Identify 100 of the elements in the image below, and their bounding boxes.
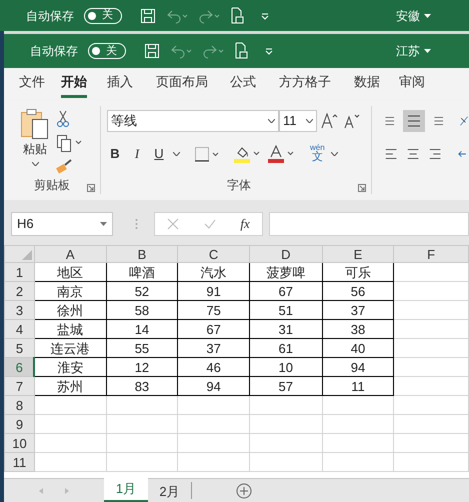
align-right-icon[interactable] [428,146,443,162]
table-cell[interactable]: 盐城 [34,320,106,338]
caret-icon[interactable] [330,152,338,156]
caret-icon[interactable] [173,152,180,156]
table-cell[interactable]: 40 [322,338,394,358]
table-cell[interactable]: 67 [178,320,250,338]
print-preview-icon[interactable] [234,42,248,60]
ribbon-tab[interactable]: 插入 [96,70,144,100]
table-cell[interactable]: 淮安 [34,358,106,376]
save-icon[interactable] [140,8,156,24]
table-cell[interactable]: 46 [178,358,250,376]
caret-icon[interactable] [268,119,275,123]
underline-button[interactable]: U [151,144,167,164]
row-header[interactable]: 1 [4,262,34,282]
ribbon-tab[interactable]: 公式 [220,70,266,100]
align-center-icon[interactable] [406,146,420,162]
table-cell[interactable]: 31 [249,320,322,338]
table-cell[interactable]: 啤酒 [106,262,178,282]
table-cell[interactable]: 10 [249,358,322,376]
table-cell[interactable]: 58 [106,300,178,320]
font-size-field[interactable]: 11 [279,110,317,132]
table-cell[interactable]: 苏州 [34,376,106,396]
table-cell[interactable]: 连云港 [34,338,106,358]
table-cell[interactable]: 南京 [34,282,106,300]
table-cell[interactable]: 地区 [34,262,106,282]
row-header[interactable]: 6 [4,358,34,376]
redo-icon[interactable] [198,8,220,24]
row-header[interactable]: 3 [4,300,34,320]
row-header[interactable]: 4 [4,320,34,338]
print-preview-icon[interactable] [230,6,244,24]
copy-icon[interactable] [56,134,82,152]
ribbon-tab[interactable]: 文件 [12,70,52,100]
table-cell[interactable]: 汽水 [178,262,250,282]
dialog-launcher-icon[interactable] [358,184,366,192]
table-cell[interactable]: 12 [106,358,178,376]
customize-icon[interactable] [260,10,270,20]
autosave-toggle[interactable]: 关 [84,8,122,24]
column-header[interactable]: A [34,246,106,262]
insert-function-button[interactable]: fx [240,214,250,234]
row-header[interactable]: 5 [4,338,34,358]
formula-input-field[interactable] [269,212,469,236]
customize-icon[interactable] [264,46,274,56]
row-header[interactable]: 8 [4,396,34,414]
account-name[interactable]: 安徽 [396,6,431,24]
caret-icon[interactable] [306,119,313,123]
table-cell[interactable]: 94 [322,358,394,376]
table-cell[interactable]: 91 [178,282,250,300]
autosave-toggle[interactable]: 关 [88,43,126,59]
increase-font-size-icon[interactable] [321,113,339,129]
font-color-icon[interactable] [268,144,296,163]
table-cell[interactable]: 75 [178,300,250,320]
table-cell[interactable]: 37 [322,300,394,320]
table-cell[interactable]: 94 [178,376,250,396]
table-cell[interactable]: 67 [249,282,322,300]
table-cell[interactable]: 56 [322,282,394,300]
table-cell[interactable]: 57 [249,376,322,396]
table-cell[interactable]: 38 [322,320,394,338]
decrease-font-size-icon[interactable] [343,113,361,129]
row-header[interactable]: 11 [4,452,34,472]
column-header[interactable]: E [322,246,394,262]
name-box[interactable]: H6 [11,212,113,236]
align-left-icon[interactable] [384,146,398,162]
table-cell[interactable]: 14 [106,320,178,338]
table-cell[interactable]: 52 [106,282,178,300]
caret-icon[interactable] [424,49,431,53]
column-header[interactable]: B [106,246,178,262]
caret-icon[interactable] [100,222,107,226]
row-header[interactable]: 2 [4,282,34,300]
table-cell[interactable]: 61 [249,338,322,358]
ribbon-tab[interactable]: 页面布局 [146,70,218,100]
column-header[interactable]: C [178,246,250,262]
table-cell[interactable]: 11 [322,376,394,396]
save-icon[interactable] [144,43,160,59]
paste-button[interactable]: 粘贴 [20,108,50,176]
sheet-tab[interactable]: 2月 [148,482,192,499]
caret-icon[interactable] [424,14,431,18]
table-cell[interactable]: 可乐 [322,262,394,282]
column-header[interactable]: F [394,246,468,262]
table-cell[interactable]: 37 [178,338,250,358]
cut-icon[interactable] [56,110,70,128]
sheet-tab[interactable]: 1月 [104,478,148,502]
table-cell[interactable]: 51 [249,300,322,320]
table-cell[interactable]: 83 [106,376,178,396]
grip-icon[interactable] [135,218,138,230]
dialog-launcher-icon[interactable] [87,184,95,192]
ribbon-tab[interactable]: 开始 [54,70,94,100]
ribbon-tab[interactable]: 审阅 [392,70,432,100]
column-header[interactable]: D [249,246,322,262]
row-header[interactable]: 9 [4,414,34,434]
italic-button[interactable]: I [129,144,145,164]
format-painter-icon[interactable] [56,158,74,174]
clipboard-icon[interactable] [20,108,50,140]
middle-align-icon[interactable] [406,113,422,129]
undo-icon[interactable] [166,8,188,24]
table-cell[interactable]: 菠萝啤 [249,262,322,282]
row-header[interactable]: 7 [4,376,34,396]
font-name-field[interactable]: 等线 [107,110,279,132]
ribbon-tab[interactable]: 方方格子 [268,70,342,100]
table-cell[interactable]: 徐州 [34,300,106,320]
caret-icon[interactable] [32,162,38,166]
